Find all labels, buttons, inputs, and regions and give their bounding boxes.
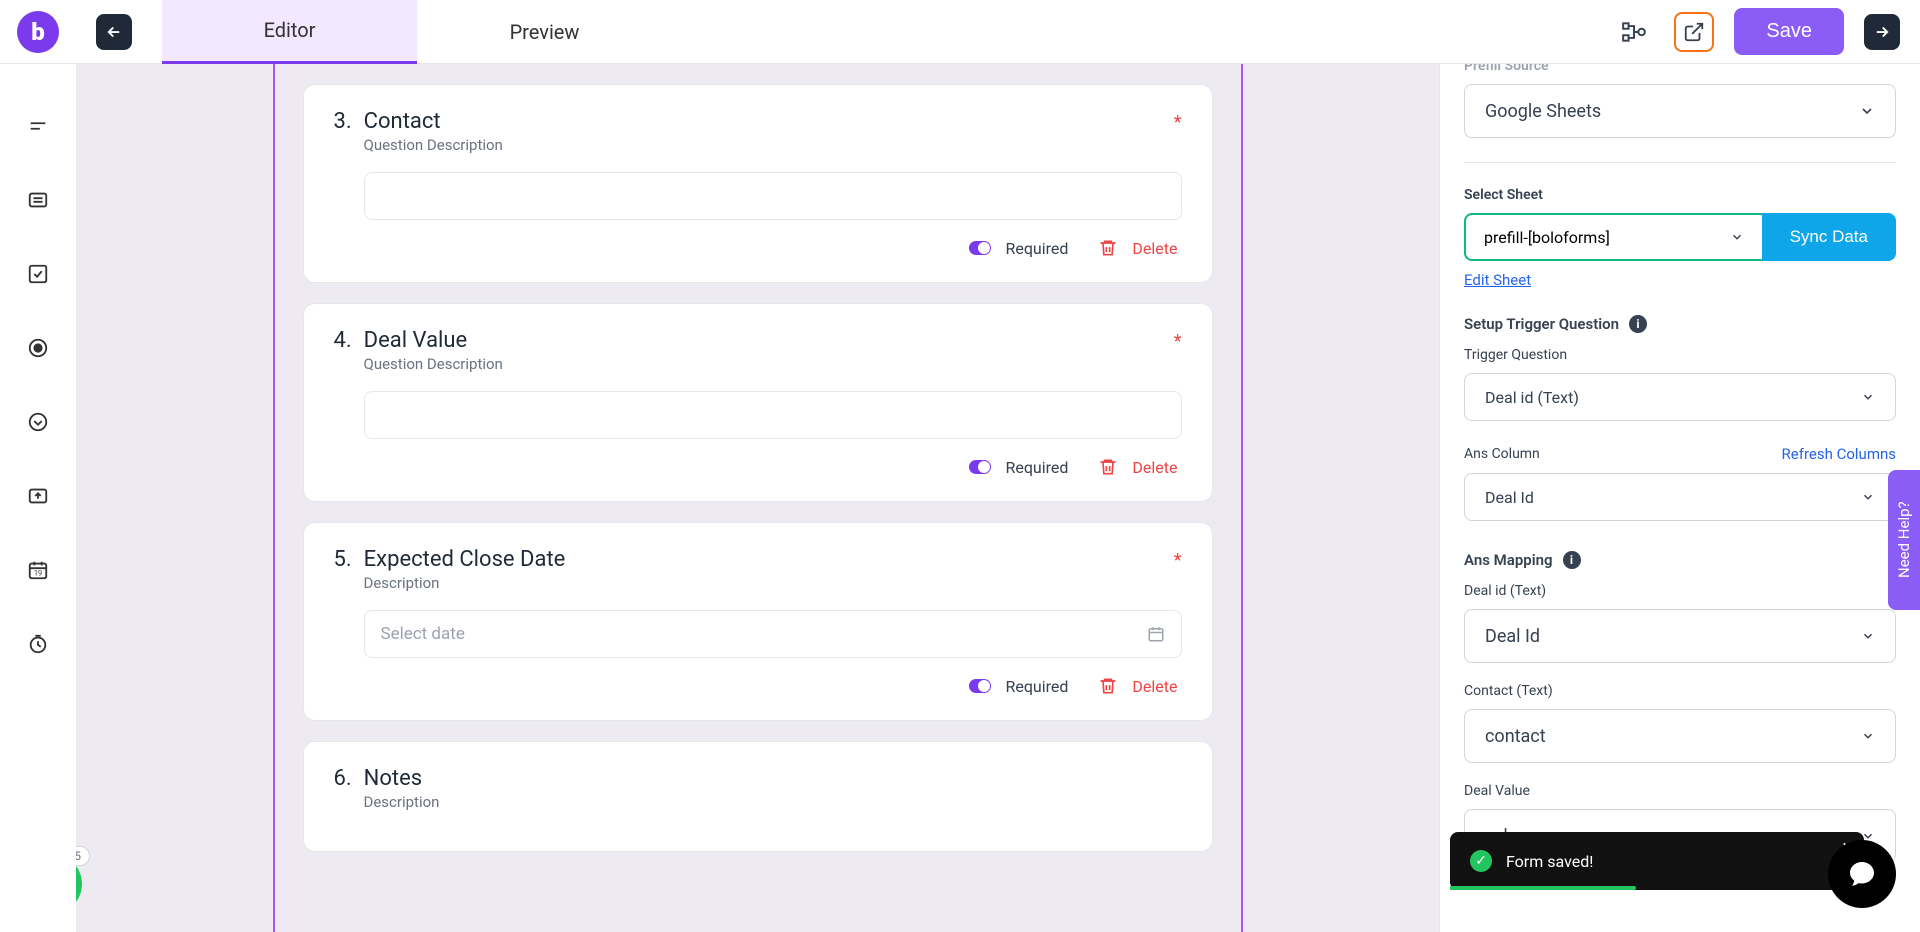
- chevron-down-icon: [1861, 390, 1875, 404]
- tab-editor[interactable]: Editor: [162, 0, 417, 64]
- text-input[interactable]: [364, 172, 1182, 220]
- svg-text:19: 19: [34, 569, 42, 578]
- trash-icon[interactable]: [1098, 457, 1118, 477]
- question-description: Question Description: [364, 355, 1182, 373]
- edit-sheet-link[interactable]: Edit Sheet: [1464, 271, 1531, 289]
- chevron-down-icon: [1859, 103, 1875, 119]
- required-asterisk: *: [1174, 550, 1182, 571]
- time-icon[interactable]: [26, 632, 50, 656]
- question-title: Deal Value: [364, 328, 468, 353]
- prefill-source-select[interactable]: Google Sheets: [1464, 84, 1896, 138]
- open-external-icon[interactable]: [1674, 12, 1714, 52]
- trigger-question-label: Trigger Question: [1464, 347, 1896, 363]
- select-sheet-label: Select Sheet: [1464, 187, 1896, 203]
- question-number: 6.: [334, 766, 352, 791]
- checkbox-icon[interactable]: [26, 262, 50, 286]
- delete-button[interactable]: Delete: [1132, 677, 1177, 696]
- sheet-select-value: prefill-[boloforms]: [1484, 228, 1610, 247]
- required-toggle[interactable]: [969, 460, 991, 474]
- ans-column-select[interactable]: Deal Id: [1464, 473, 1896, 521]
- prefill-source-value: Google Sheets: [1485, 101, 1601, 122]
- delete-button[interactable]: Delete: [1132, 239, 1177, 258]
- delete-button[interactable]: Delete: [1132, 458, 1177, 477]
- upload-icon[interactable]: [26, 484, 50, 508]
- setup-trigger-label: Setup Trigger Question: [1464, 315, 1619, 333]
- required-label: Required: [1005, 458, 1068, 477]
- prefill-source-label: Prefill Source: [1464, 64, 1896, 74]
- info-icon[interactable]: i: [1563, 551, 1581, 569]
- toast-progress: [1450, 886, 1636, 890]
- required-label: Required: [1005, 677, 1068, 696]
- trash-icon[interactable]: [1098, 238, 1118, 258]
- question-title: Contact: [364, 109, 441, 134]
- tab-preview[interactable]: Preview: [417, 0, 672, 64]
- required-label: Required: [1005, 239, 1068, 258]
- question-description: Description: [364, 793, 1182, 811]
- ans-column-label: Ans Column: [1464, 446, 1540, 462]
- chat-bubble[interactable]: [1828, 840, 1896, 908]
- chevron-down-icon: [1861, 490, 1875, 504]
- required-asterisk: *: [1174, 331, 1182, 352]
- ans-mapping-label: Ans Mapping: [1464, 551, 1553, 569]
- flow-icon[interactable]: [1614, 12, 1654, 52]
- text-input[interactable]: [364, 391, 1182, 439]
- sync-data-button[interactable]: Sync Data: [1762, 213, 1896, 261]
- map-contact-select[interactable]: contact: [1464, 709, 1896, 763]
- short-text-icon[interactable]: [26, 114, 50, 138]
- question-title: Expected Close Date: [364, 547, 566, 572]
- ans-column-value: Deal Id: [1485, 488, 1534, 507]
- toast-form-saved: ✓ Form saved! ×: [1450, 832, 1864, 890]
- map-contact-value: contact: [1485, 726, 1546, 747]
- chevron-down-icon: [1861, 629, 1875, 643]
- required-asterisk: *: [1174, 112, 1182, 133]
- question-title: Notes: [364, 766, 422, 791]
- refresh-columns-link[interactable]: Refresh Columns: [1782, 445, 1896, 463]
- dropdown-icon[interactable]: [26, 410, 50, 434]
- toast-text: Form saved!: [1506, 852, 1593, 871]
- date-icon[interactable]: 19: [26, 558, 50, 582]
- question-card-contact[interactable]: 3. Contact * Question Description Requir…: [303, 84, 1213, 283]
- question-number: 4.: [334, 328, 352, 353]
- date-input[interactable]: Select date: [364, 610, 1182, 658]
- map-deal-id-value: Deal Id: [1485, 626, 1540, 647]
- date-placeholder: Select date: [381, 624, 465, 644]
- info-icon[interactable]: i: [1629, 315, 1647, 333]
- back-button[interactable]: [96, 14, 132, 50]
- radio-icon[interactable]: [26, 336, 50, 360]
- question-description: Question Description: [364, 136, 1182, 154]
- required-toggle[interactable]: [969, 241, 991, 255]
- app-logo: b: [0, 0, 76, 64]
- question-description: Description: [364, 574, 1182, 592]
- calendar-icon: [1147, 625, 1165, 643]
- map-deal-id-label: Deal id (Text): [1464, 583, 1896, 599]
- need-help-tab[interactable]: Need Help?: [1888, 470, 1920, 610]
- sheet-select[interactable]: prefill-[boloforms]: [1464, 213, 1762, 261]
- chevron-down-icon: [1861, 729, 1875, 743]
- trigger-question-value: Deal id (Text): [1485, 388, 1579, 407]
- trigger-question-select[interactable]: Deal id (Text): [1464, 373, 1896, 421]
- trash-icon[interactable]: [1098, 676, 1118, 696]
- next-button[interactable]: [1864, 14, 1900, 50]
- question-card-expected-close-date[interactable]: 5. Expected Close Date * Description Sel…: [303, 522, 1213, 721]
- map-deal-value-label: Deal Value: [1464, 783, 1896, 799]
- required-toggle[interactable]: [969, 679, 991, 693]
- question-card-deal-value[interactable]: 4. Deal Value * Question Description Req…: [303, 303, 1213, 502]
- question-card-notes[interactable]: 6. Notes Description: [303, 741, 1213, 852]
- chevron-down-icon: [1730, 230, 1744, 244]
- map-contact-label: Contact (Text): [1464, 683, 1896, 699]
- check-icon: ✓: [1470, 850, 1492, 872]
- question-number: 5.: [334, 547, 352, 572]
- question-number: 3.: [334, 109, 352, 134]
- long-text-icon[interactable]: [26, 188, 50, 212]
- save-button[interactable]: Save: [1734, 8, 1844, 55]
- map-deal-id-select[interactable]: Deal Id: [1464, 609, 1896, 663]
